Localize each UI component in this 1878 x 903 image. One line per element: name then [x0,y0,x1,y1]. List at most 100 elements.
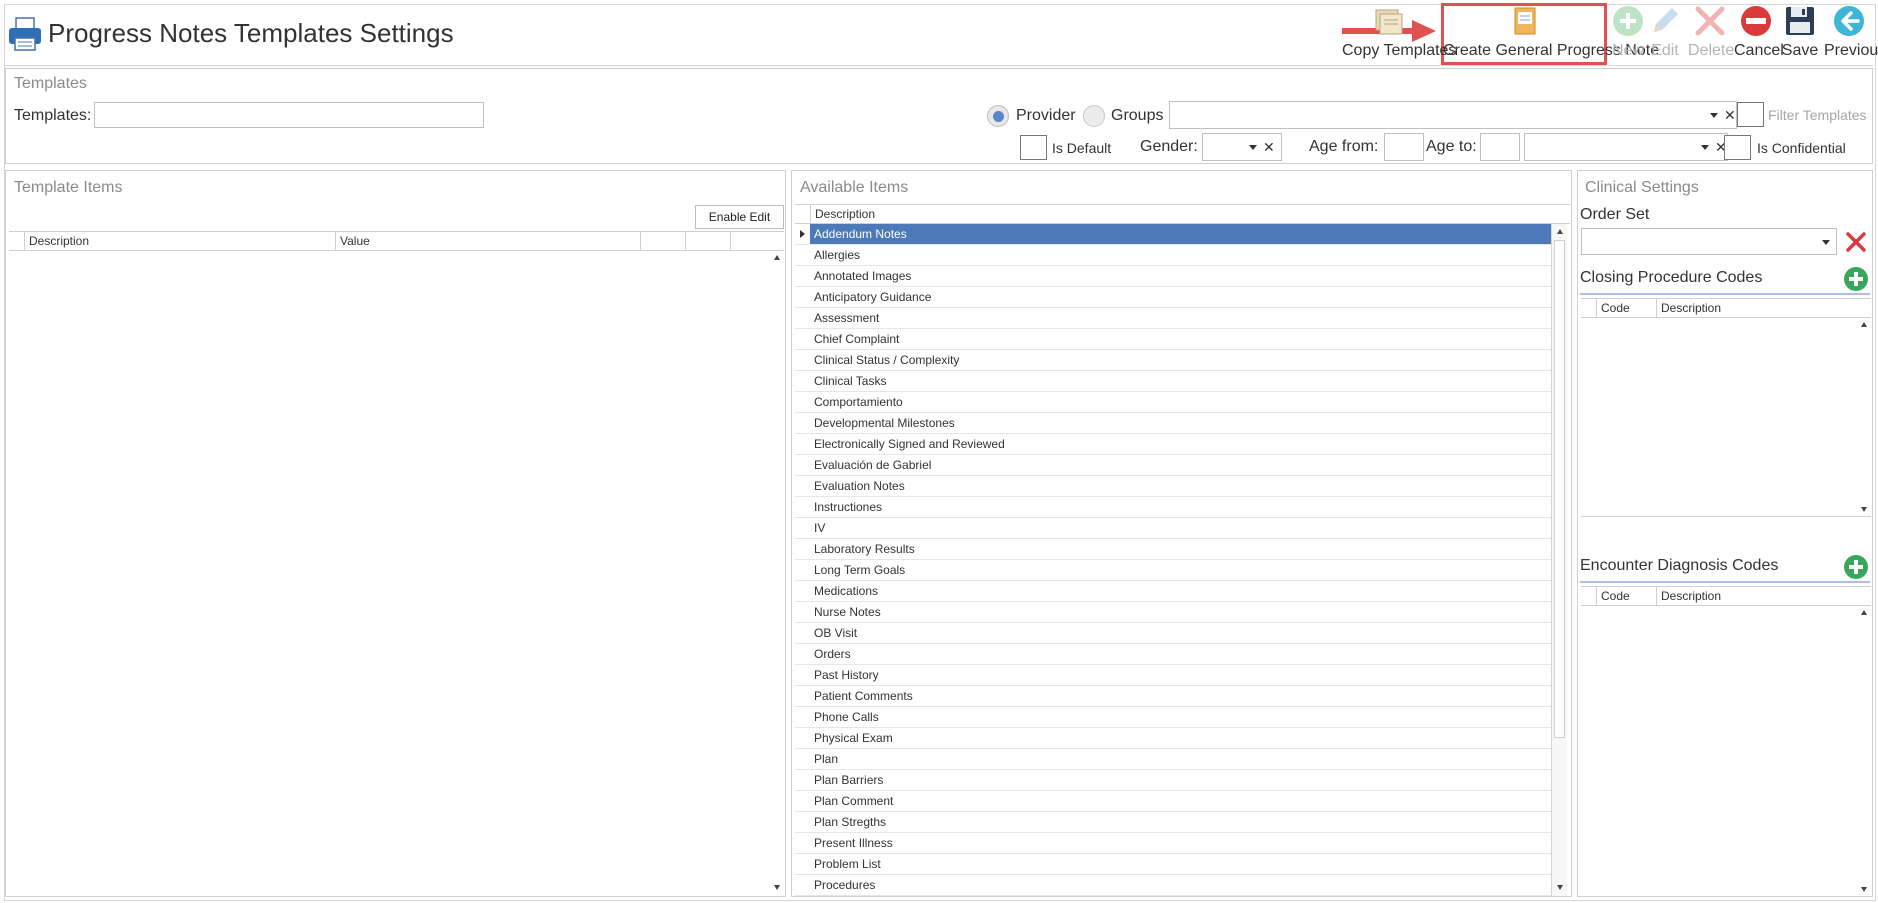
code-column-header[interactable]: Code [1596,587,1656,605]
list-item[interactable]: Comportamiento [810,392,1551,413]
save-button[interactable]: Save [1780,0,1820,60]
row-indicator[interactable] [795,812,810,833]
row-indicator[interactable] [795,728,810,749]
row-indicator[interactable] [795,413,810,434]
add-closing-code-icon[interactable] [1844,267,1868,291]
row-indicator[interactable] [795,581,810,602]
list-item[interactable]: Developmental Milestones [810,413,1551,434]
age-to-input[interactable] [1480,133,1520,161]
order-set-select[interactable] [1581,228,1837,255]
clear-icon[interactable]: ✕ [1263,139,1275,156]
row-indicator[interactable] [795,350,810,371]
closing-codes-scrollbar[interactable] [1856,318,1871,516]
row-indicator[interactable] [795,665,810,686]
scroll-down-icon[interactable] [773,885,780,890]
row-indicator[interactable] [795,854,810,875]
scroll-down-icon[interactable] [1556,885,1563,890]
list-item[interactable]: Long Term Goals [810,560,1551,581]
row-indicator[interactable] [795,497,810,518]
provider-group-select[interactable]: ✕ [1169,101,1737,129]
list-item[interactable]: Evaluation Notes [810,476,1551,497]
provider-radio[interactable] [987,105,1009,127]
row-indicator[interactable] [795,308,810,329]
list-item[interactable]: Allergies [810,245,1551,266]
list-item[interactable]: Plan [810,749,1551,770]
list-item[interactable]: Nurse Notes [810,602,1551,623]
list-item[interactable]: Clinical Tasks [810,371,1551,392]
row-indicator[interactable] [795,371,810,392]
groups-radio[interactable] [1083,105,1105,127]
list-item[interactable]: Problem List [810,854,1551,875]
row-indicator[interactable] [795,266,810,287]
row-indicator[interactable] [795,560,810,581]
row-indicator[interactable] [795,245,810,266]
add-encounter-code-icon[interactable] [1844,555,1868,579]
scroll-up-icon[interactable] [1556,229,1563,234]
list-item[interactable]: Addendum Notes [810,224,1551,245]
scroll-up-icon[interactable] [1860,322,1867,327]
row-indicator[interactable] [795,602,810,623]
row-indicator[interactable] [795,875,810,896]
list-item[interactable]: Orders [810,644,1551,665]
templates-input[interactable] [94,102,484,128]
scroll-up-icon[interactable] [773,255,780,260]
list-item[interactable]: Procedures [810,875,1551,896]
age-unit-select[interactable]: ✕ [1524,133,1728,161]
new-button[interactable]: New [1610,0,1646,60]
edit-button[interactable]: Edit [1648,0,1682,60]
row-indicator[interactable] [795,287,810,308]
list-item[interactable]: Evaluación de Gabriel [810,455,1551,476]
row-indicator[interactable] [795,791,810,812]
filter-templates-checkbox[interactable] [1737,102,1764,127]
code-column-header[interactable]: Code [1596,299,1656,317]
available-items-scrollbar[interactable] [1551,224,1567,896]
row-indicator[interactable] [795,644,810,665]
list-item[interactable]: Electronically Signed and Reviewed [810,434,1551,455]
list-item[interactable]: OB Visit [810,623,1551,644]
row-indicator[interactable] [795,686,810,707]
row-indicator[interactable] [795,833,810,854]
copy-templates-button[interactable]: Copy Templates [1342,0,1456,60]
row-indicator[interactable] [795,392,810,413]
gender-select[interactable]: ✕ [1202,133,1282,161]
list-item[interactable]: Past History [810,665,1551,686]
list-item[interactable]: Anticipatory Guidance [810,287,1551,308]
row-indicator[interactable] [795,455,810,476]
row-indicator[interactable] [795,749,810,770]
is-default-checkbox[interactable] [1020,135,1047,160]
row-indicator[interactable] [795,707,810,728]
list-item[interactable]: Chief Complaint [810,329,1551,350]
row-indicator[interactable] [795,539,810,560]
row-indicator[interactable] [795,770,810,791]
encounter-codes-scrollbar[interactable] [1856,606,1871,896]
list-item[interactable]: Phone Calls [810,707,1551,728]
description-column-header[interactable]: Description [1656,587,1856,605]
list-item[interactable]: Annotated Images [810,266,1551,287]
is-confidential-checkbox[interactable] [1724,135,1751,160]
clear-icon[interactable]: ✕ [1724,107,1736,124]
scroll-down-icon[interactable] [1860,887,1867,892]
previous-button[interactable]: Previous [1824,0,1878,60]
row-indicator[interactable] [795,623,810,644]
list-item[interactable]: Plan Barriers [810,770,1551,791]
list-item[interactable]: IV [810,518,1551,539]
age-from-input[interactable] [1384,133,1424,161]
delete-button[interactable]: Delete [1688,0,1734,60]
enable-edit-button[interactable]: Enable Edit [695,205,784,229]
scroll-down-icon[interactable] [1860,507,1867,512]
row-indicator[interactable] [795,224,810,245]
list-item[interactable]: Clinical Status / Complexity [810,350,1551,371]
template-items-scrollbar[interactable] [769,251,784,896]
scroll-up-icon[interactable] [1860,610,1867,615]
list-item[interactable]: Instructiones [810,497,1551,518]
scrollbar-thumb[interactable] [1554,240,1565,738]
row-indicator[interactable] [795,476,810,497]
row-indicator[interactable] [795,434,810,455]
list-item[interactable]: Medications [810,581,1551,602]
cancel-button[interactable]: Cancel [1734,0,1784,60]
list-item[interactable]: Plan Comment [810,791,1551,812]
list-item[interactable]: Physical Exam [810,728,1551,749]
list-item[interactable]: Patient Comments [810,686,1551,707]
list-item[interactable]: Plan Stregths [810,812,1551,833]
create-general-progress-note-button[interactable]: Create General Progress Note [1443,0,1659,60]
